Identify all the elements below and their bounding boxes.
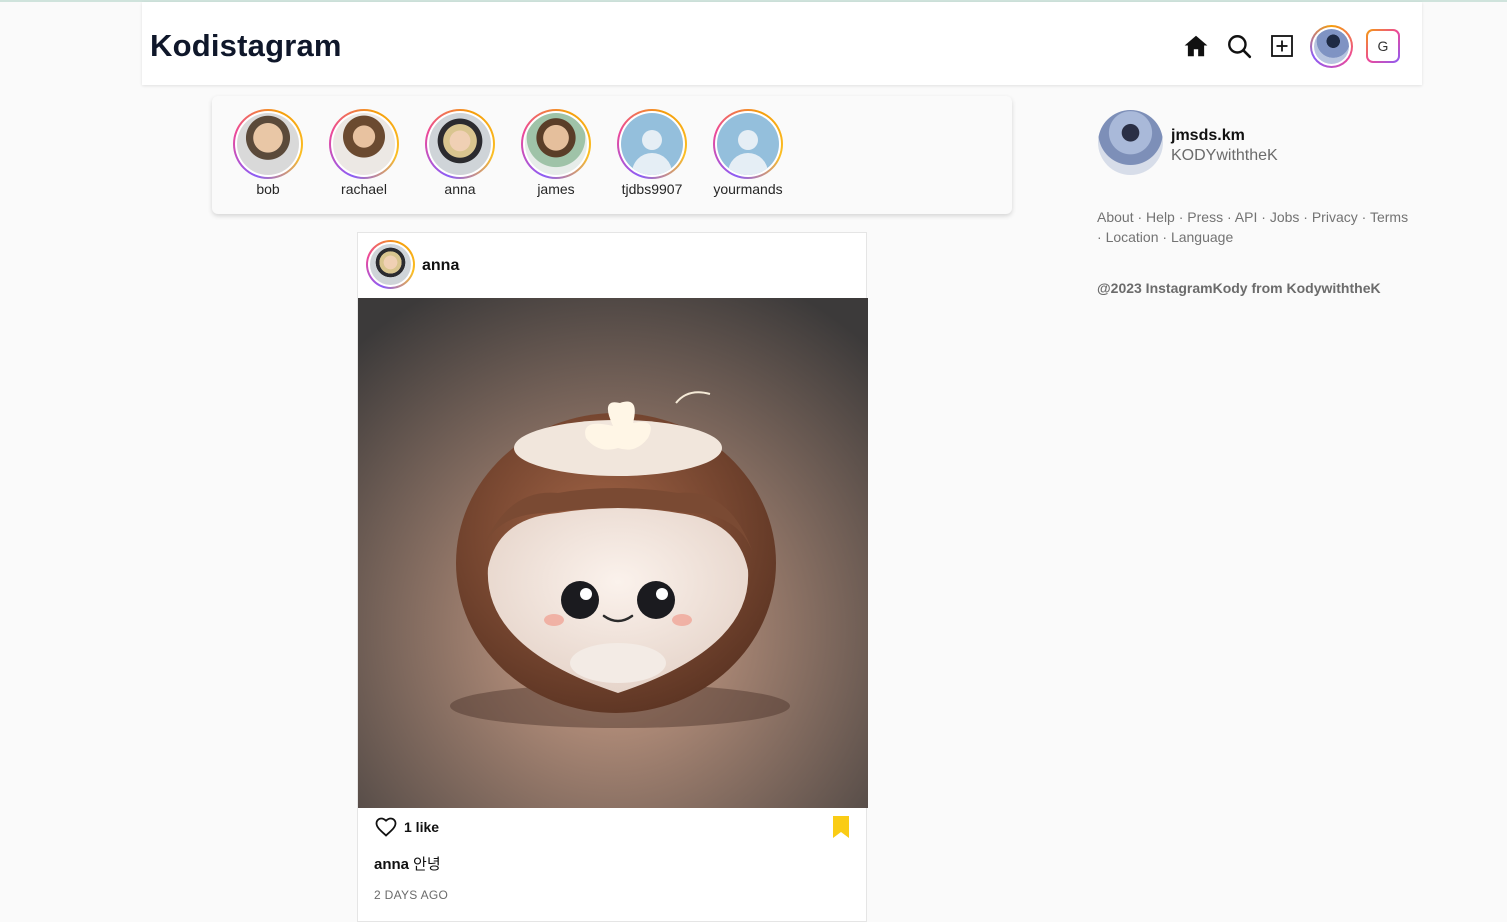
search-icon[interactable]: [1224, 31, 1254, 61]
story-name: james: [537, 181, 575, 197]
post-actions: 1 like: [358, 815, 868, 845]
add-post-icon[interactable]: [1267, 31, 1297, 61]
post-author-avatar[interactable]: [366, 240, 415, 289]
separator: ·: [1361, 209, 1367, 225]
current-username[interactable]: jmsds.km: [1171, 127, 1245, 145]
separator: ·: [1303, 209, 1308, 225]
current-user-profile: jmsds.km KODYwiththeK: [1098, 110, 1418, 176]
post-header: anna: [358, 233, 866, 298]
story-james[interactable]: james: [508, 109, 604, 197]
post-card: anna 1 like anna 안녕 2 DAYS AGO: [357, 232, 868, 922]
default-avatar-icon: [621, 113, 683, 175]
g-icon[interactable]: G: [1366, 29, 1400, 63]
footer-link-press[interactable]: Press: [1187, 209, 1223, 225]
footer-links: About · Help · Press · API · Jobs · Priv…: [1097, 207, 1417, 247]
footer-link-jobs[interactable]: Jobs: [1270, 209, 1300, 225]
story-bob[interactable]: bob: [220, 109, 316, 197]
story-name: tjdbs9907: [621, 181, 683, 197]
separator: ·: [1137, 209, 1143, 225]
caption-username[interactable]: anna: [374, 856, 409, 873]
footer-link-language[interactable]: Language: [1171, 229, 1233, 245]
story-avatar: [237, 113, 299, 175]
heart-icon[interactable]: [374, 815, 398, 839]
top-header: Kodistagram G: [142, 2, 1422, 85]
story-anna[interactable]: anna: [412, 109, 508, 197]
post-username[interactable]: anna: [422, 257, 459, 275]
story-name: yourmands: [713, 181, 783, 197]
copyright-text: @2023 InstagramKody from KodywiththeK: [1097, 280, 1381, 296]
bookmark-icon[interactable]: [830, 815, 852, 839]
profile-avatar[interactable]: [1310, 24, 1353, 68]
separator: ·: [1226, 209, 1232, 225]
footer-link-help[interactable]: Help: [1146, 209, 1175, 225]
story-name: rachael: [341, 181, 387, 197]
like-count[interactable]: 1 like: [404, 819, 439, 835]
footer-link-api[interactable]: API: [1235, 209, 1258, 225]
footer-link-terms[interactable]: Terms: [1370, 209, 1408, 225]
story-avatar: [525, 113, 587, 175]
story-name: anna: [444, 181, 476, 197]
home-icon[interactable]: [1181, 31, 1211, 61]
story-tjdbs9907[interactable]: tjdbs9907: [604, 109, 700, 197]
separator: ·: [1178, 209, 1184, 225]
story-yourmands[interactable]: yourmands: [700, 109, 796, 197]
default-avatar-icon: [717, 113, 779, 175]
post-caption: anna 안녕: [374, 853, 441, 874]
story-avatar: [333, 113, 395, 175]
story-rachael[interactable]: rachael: [316, 109, 412, 197]
post-image[interactable]: [358, 298, 868, 808]
current-fullname: KODYwiththeK: [1171, 147, 1278, 164]
separator: ·: [1261, 209, 1266, 225]
story-avatar: [429, 113, 491, 175]
caption-text: 안녕: [413, 856, 441, 873]
footer-link-location[interactable]: Location: [1106, 229, 1159, 245]
stories-bar: bob rachael anna james tjdbs9907 yourman…: [212, 96, 1012, 214]
footer-link-about[interactable]: About: [1097, 209, 1134, 225]
post-timestamp: 2 DAYS AGO: [374, 888, 449, 902]
app-logo[interactable]: Kodistagram: [150, 28, 342, 64]
story-name: bob: [256, 181, 280, 197]
nav-bar: G: [1168, 24, 1400, 68]
separator: ·: [1162, 229, 1168, 245]
separator: ·: [1097, 229, 1102, 245]
footer-link-privacy[interactable]: Privacy: [1312, 209, 1358, 225]
current-user-avatar[interactable]: [1098, 110, 1163, 175]
